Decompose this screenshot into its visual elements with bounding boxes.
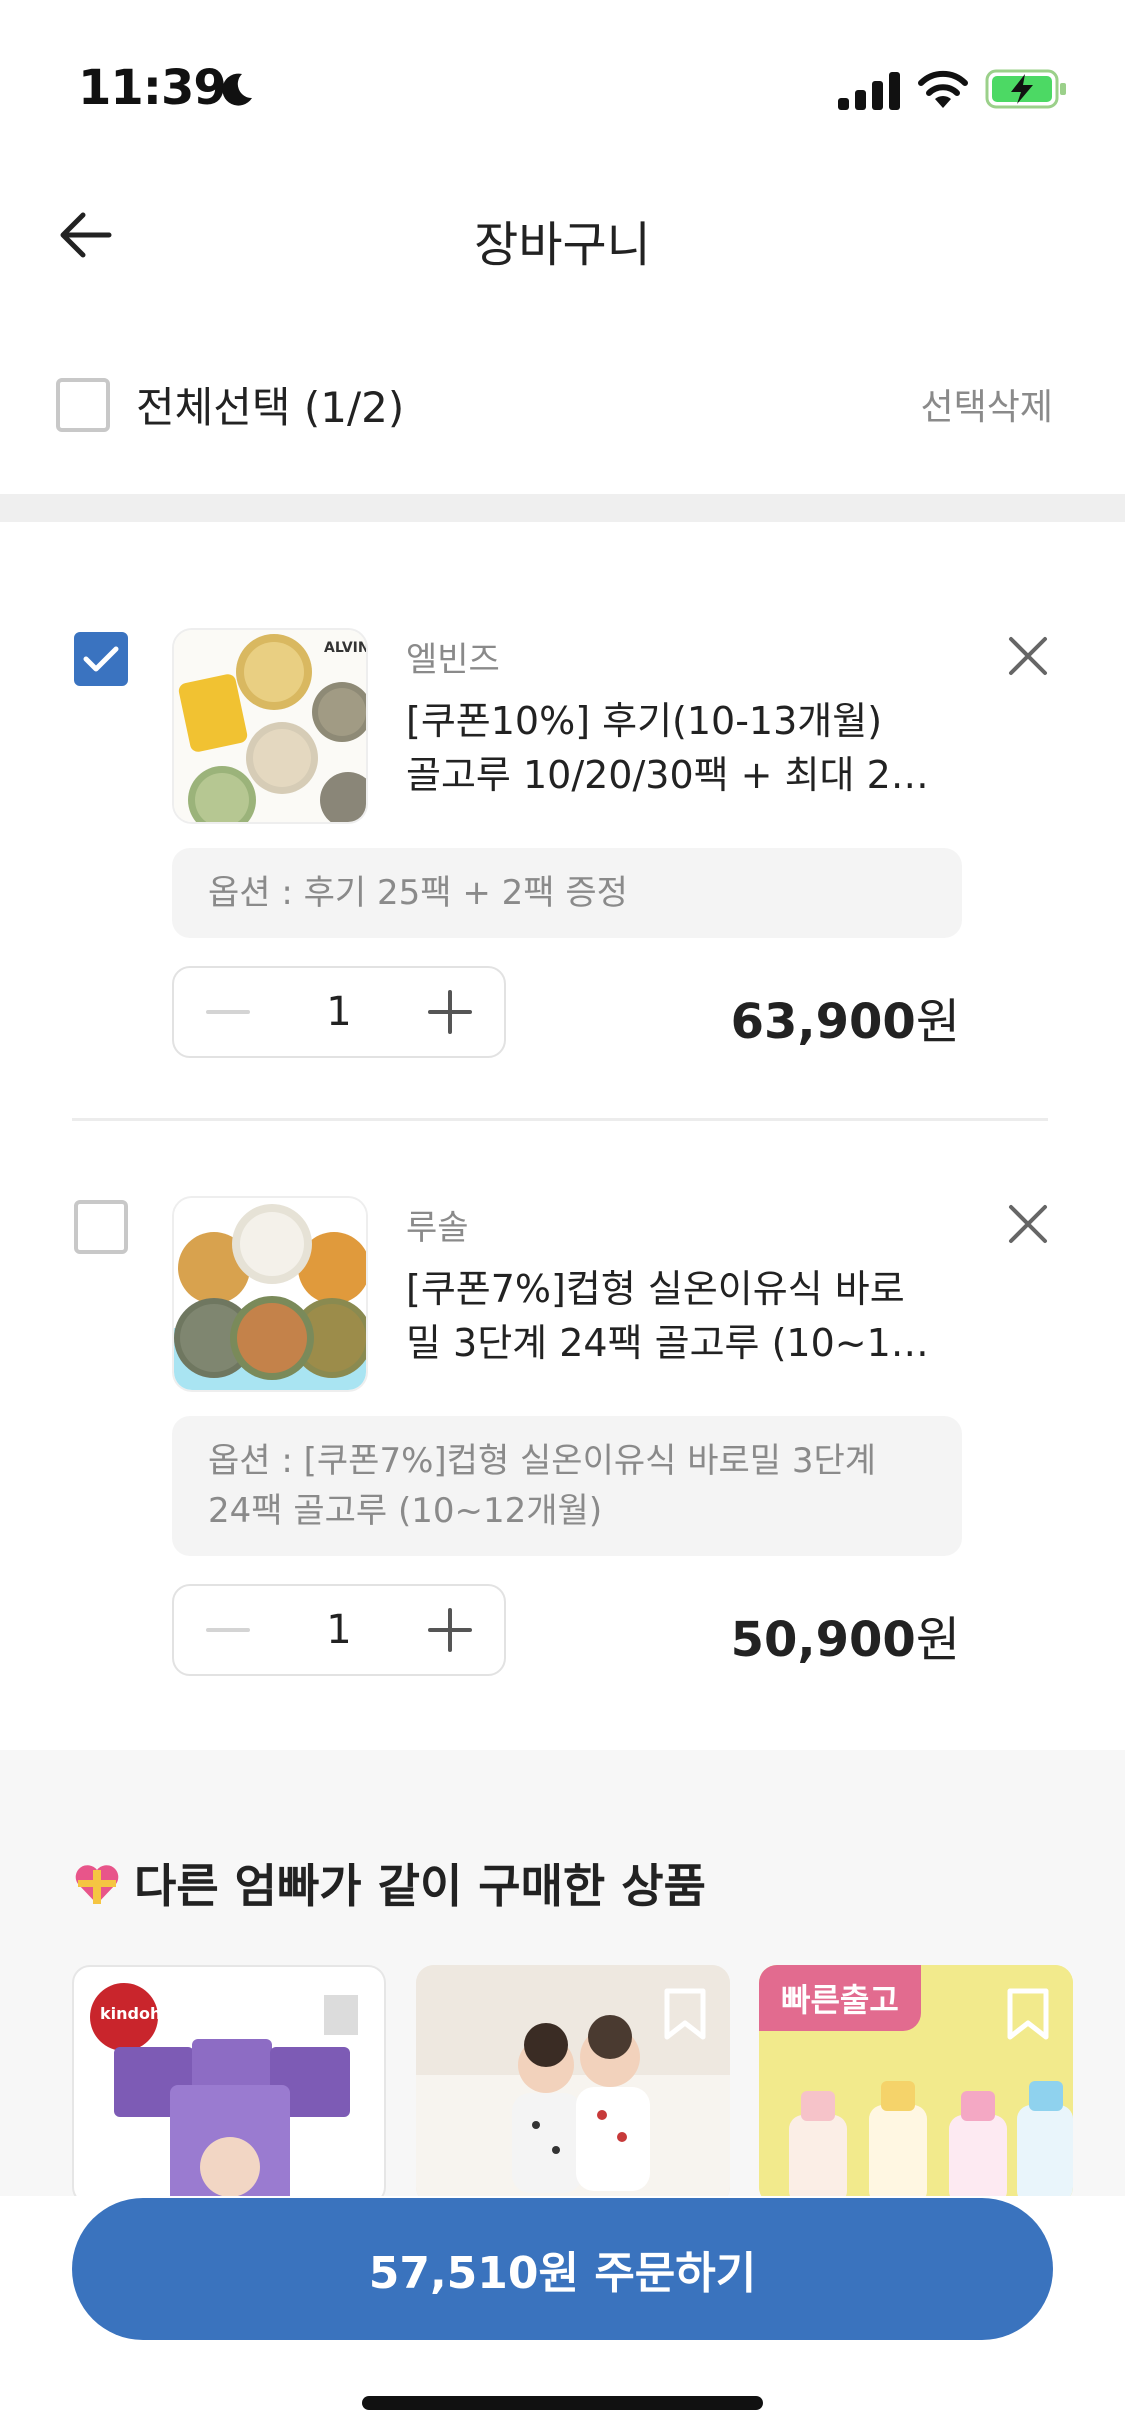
product-title-line: 밀 3단계 24팩 골고루 (10~1… bbox=[406, 1321, 929, 1365]
product-title-line: 골고루 10/20/30팩 + 최대 2… bbox=[406, 753, 929, 797]
close-icon bbox=[1009, 1205, 1047, 1243]
status-bar: 11:39 bbox=[0, 0, 1125, 180]
section-divider bbox=[0, 494, 1125, 522]
remove-item-button[interactable] bbox=[1000, 1196, 1056, 1252]
svg-text:kindoh: kindoh bbox=[100, 2004, 161, 2023]
baby-food-cups-image bbox=[174, 1198, 366, 1390]
bookmark-icon[interactable] bbox=[662, 1987, 708, 2041]
item-divider bbox=[72, 1118, 1048, 1121]
item-price-unit: 원 bbox=[915, 994, 960, 1050]
option-info: 옵션 : 후기 25팩 + 2팩 증정 bbox=[172, 848, 962, 938]
recommended-product-card[interactable]: 빠른출고 bbox=[759, 1965, 1073, 2205]
product-title-line: [쿠폰7%]컵형 실온이유식 바로 bbox=[406, 1267, 905, 1311]
select-all-label: 전체선택 (1/2) bbox=[136, 383, 405, 432]
svg-text:ALVINS: ALVINS bbox=[324, 640, 368, 656]
decrease-quantity-button[interactable] bbox=[198, 1600, 258, 1660]
fast-shipping-badge: 빠른출고 bbox=[759, 1965, 921, 2031]
product-title-line: [쿠폰10%] 후기(10-13개월) bbox=[406, 699, 883, 743]
plus-icon bbox=[427, 990, 472, 1034]
checkmark-icon bbox=[83, 646, 119, 672]
recommended-product-card[interactable] bbox=[416, 1965, 730, 2205]
gift-heart-icon bbox=[75, 1865, 119, 1904]
item-checkbox[interactable] bbox=[74, 1200, 128, 1254]
battery-charging-icon bbox=[985, 69, 1066, 109]
status-time: 11:39 bbox=[78, 60, 227, 116]
close-icon bbox=[1009, 637, 1047, 675]
page-title: 장바구니 bbox=[474, 217, 651, 273]
cellular-signal-icon bbox=[838, 72, 900, 110]
bookmark-icon[interactable] bbox=[1005, 1987, 1051, 2041]
recommended-product-card[interactable]: kindoh bbox=[72, 1965, 386, 2205]
increase-quantity-button[interactable] bbox=[420, 1600, 480, 1660]
quantity-value: 1 bbox=[326, 989, 352, 1035]
minus-icon bbox=[206, 1628, 250, 1632]
moon-icon bbox=[222, 73, 252, 106]
product-thumbnail[interactable] bbox=[172, 1196, 368, 1392]
select-all-row[interactable]: 전체선택 (1/2) bbox=[56, 374, 404, 435]
item-price-unit: 원 bbox=[915, 1612, 960, 1668]
item-checkbox[interactable] bbox=[74, 632, 128, 686]
item-price: 50,900원 bbox=[731, 1600, 960, 1670]
order-button[interactable]: 57,510원 주문하기 bbox=[72, 2198, 1053, 2340]
item-price-number: 63,900 bbox=[730, 994, 916, 1050]
product-thumbnail[interactable]: ALVINS bbox=[172, 628, 368, 824]
recommendations-title: 다른 엄빠가 같이 구매한 상품 bbox=[134, 1859, 706, 1913]
plus-icon bbox=[427, 1608, 472, 1652]
wifi-icon bbox=[918, 70, 968, 108]
minus-icon bbox=[206, 1010, 250, 1014]
select-all-checkbox[interactable] bbox=[56, 377, 110, 432]
item-price: 63,900원 bbox=[731, 982, 960, 1052]
delete-selected-button[interactable]: 선택삭제 bbox=[921, 378, 1053, 430]
baby-food-bowls-image: ALVINS bbox=[174, 630, 368, 822]
quantity-value: 1 bbox=[326, 1607, 352, 1653]
product-title[interactable]: [쿠폰10%] 후기(10-13개월) 골고루 10/20/30팩 + 최대 2… bbox=[406, 694, 966, 802]
option-info: 옵션 : [쿠폰7%]컵형 실온이유식 바로밀 3단계 24팩 골고루 (10~… bbox=[172, 1416, 962, 1556]
brand-name: 루솔 bbox=[406, 1208, 469, 1248]
decrease-quantity-button[interactable] bbox=[198, 982, 258, 1042]
increase-quantity-button[interactable] bbox=[420, 982, 480, 1042]
item-price-number: 50,900 bbox=[730, 1612, 916, 1668]
home-indicator bbox=[362, 2396, 763, 2410]
diaper-product-image: kindoh bbox=[90, 1983, 358, 2203]
recommendations-header: 다른 엄빠가 같이 구매한 상품 bbox=[72, 1850, 706, 1916]
product-title[interactable]: [쿠폰7%]컵형 실온이유식 바로 밀 3단계 24팩 골고루 (10~1… bbox=[406, 1262, 966, 1370]
quantity-stepper: 1 bbox=[172, 966, 506, 1058]
quantity-stepper: 1 bbox=[172, 1584, 506, 1676]
remove-item-button[interactable] bbox=[1000, 628, 1056, 684]
brand-name: 엘빈즈 bbox=[406, 640, 500, 680]
